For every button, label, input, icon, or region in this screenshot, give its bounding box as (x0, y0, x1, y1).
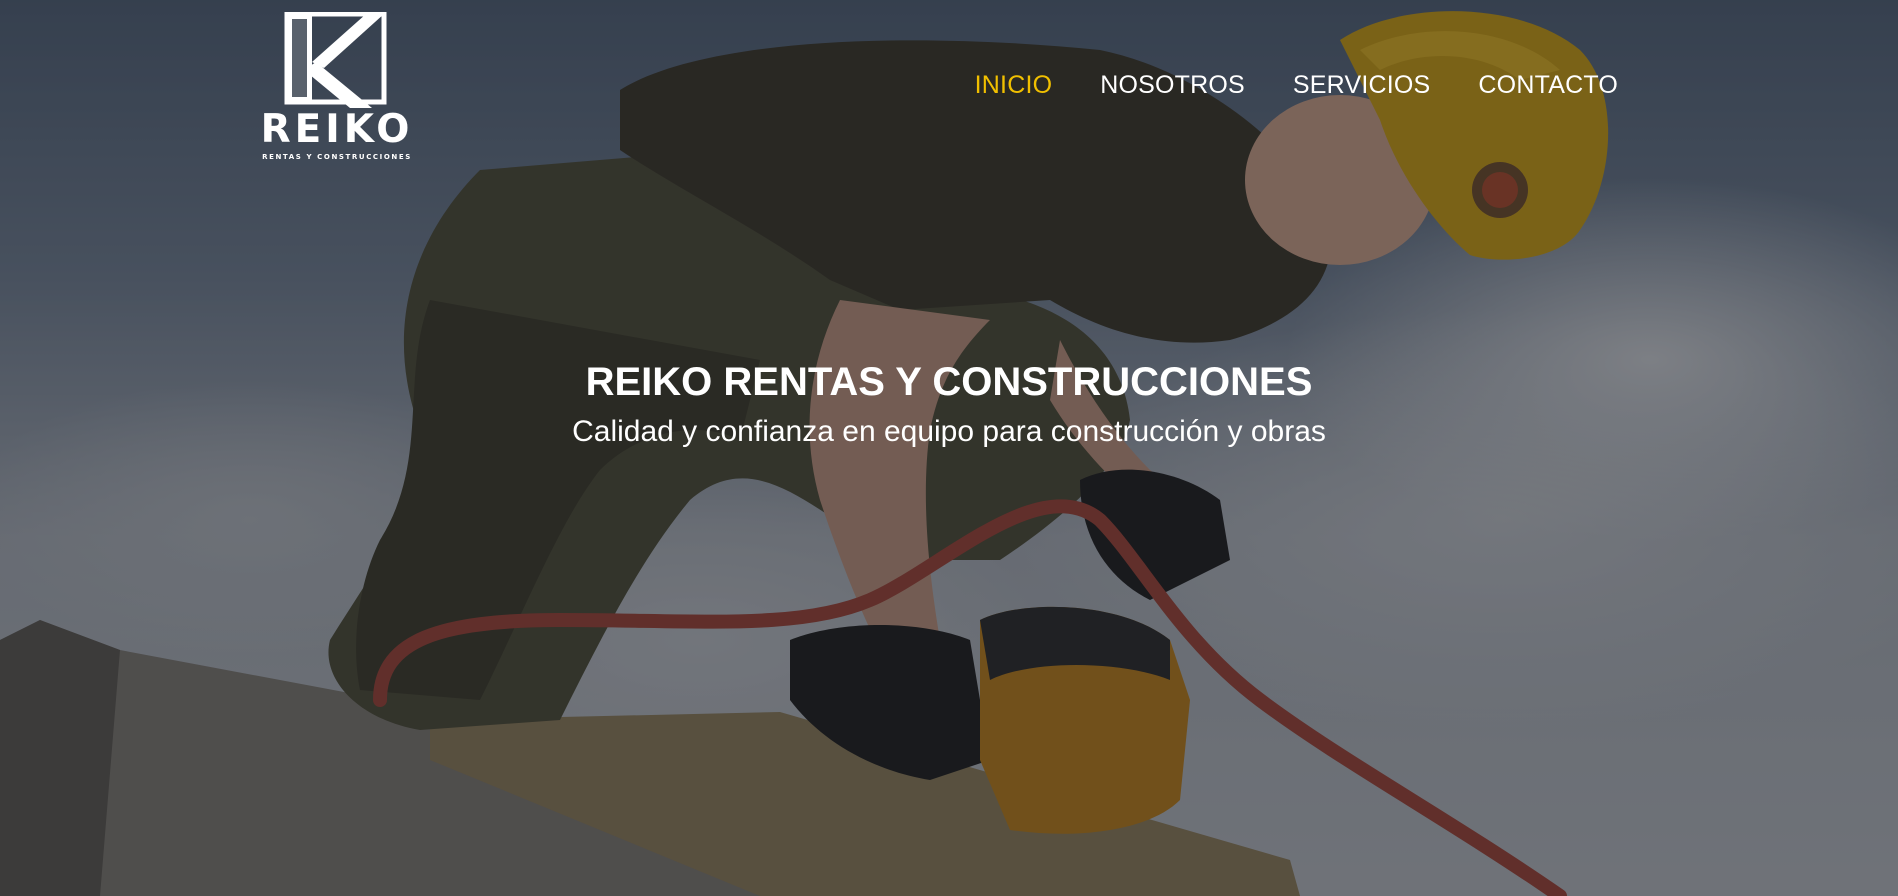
hero-section: REIKO RENTAS Y CONSTRUCCIONES INICIO NOS… (0, 0, 1898, 896)
nav-item-servicios[interactable]: SERVICIOS (1293, 71, 1431, 100)
hero-text-block: REIKO RENTAS Y CONSTRUCCIONES Calidad y … (0, 356, 1898, 452)
nav-item-inicio[interactable]: INICIO (975, 71, 1053, 100)
hero-title: REIKO RENTAS Y CONSTRUCCIONES (585, 360, 1313, 404)
main-nav: INICIO NOSOTROS SERVICIOS CONTACTO (975, 68, 1618, 102)
hero-subtitle: Calidad y confianza en equipo para const… (572, 415, 1326, 448)
site-header: REIKO RENTAS Y CONSTRUCCIONES INICIO NOS… (0, 0, 1898, 170)
brand-logo[interactable]: REIKO RENTAS Y CONSTRUCCIONES (254, 12, 420, 162)
nav-item-nosotros[interactable]: NOSOTROS (1100, 71, 1245, 100)
brand-name: REIKO (260, 107, 414, 152)
reiko-k-logo-icon (284, 12, 387, 108)
nav-item-contacto[interactable]: CONTACTO (1478, 71, 1618, 100)
brand-tagline: RENTAS Y CONSTRUCCIONES (262, 153, 412, 161)
